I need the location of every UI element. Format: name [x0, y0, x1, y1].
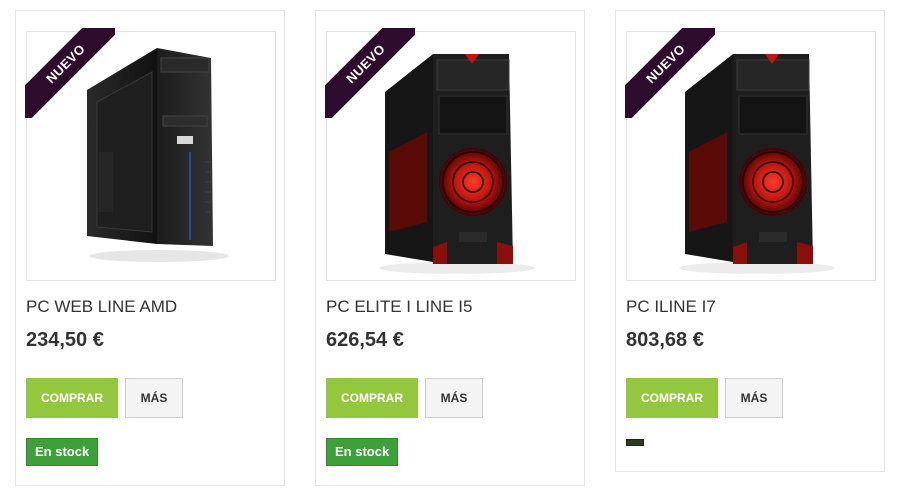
more-button[interactable]: MÁS: [725, 378, 783, 418]
new-ribbon: NUEVO: [25, 28, 115, 118]
product-price: 803,68 €: [626, 329, 704, 351]
new-badge-label: NUEVO: [25, 28, 115, 118]
product-card: NUEVO PC WEB LINE AMD 234,50 € COMPRAR M…: [15, 10, 285, 486]
buy-button[interactable]: COMPRAR: [626, 378, 718, 418]
stock-indicator: [626, 439, 644, 446]
new-badge-label: NUEVO: [625, 28, 715, 118]
new-ribbon: NUEVO: [625, 28, 715, 118]
more-button[interactable]: MÁS: [425, 378, 483, 418]
product-card: NUEVO PC ELITE I LINE I5 626,54 € COMPRA…: [315, 10, 585, 486]
product-price: 626,54 €: [326, 329, 404, 351]
product-title[interactable]: PC ILINE I7: [626, 297, 716, 317]
product-title[interactable]: PC ELITE I LINE I5: [326, 297, 472, 317]
product-price: 234,50 €: [26, 329, 104, 351]
stock-badge: En stock: [326, 438, 399, 466]
buy-button[interactable]: COMPRAR: [26, 378, 118, 418]
product-card: NUEVO PC ILINE I7 803,68 € COMPRAR MÁS: [615, 10, 885, 472]
new-ribbon: NUEVO: [325, 28, 415, 118]
stock-badge: En stock: [26, 438, 99, 466]
new-badge-label: NUEVO: [325, 28, 415, 118]
more-button[interactable]: MÁS: [125, 378, 183, 418]
product-title[interactable]: PC WEB LINE AMD: [26, 297, 177, 317]
buy-button[interactable]: COMPRAR: [326, 378, 418, 418]
